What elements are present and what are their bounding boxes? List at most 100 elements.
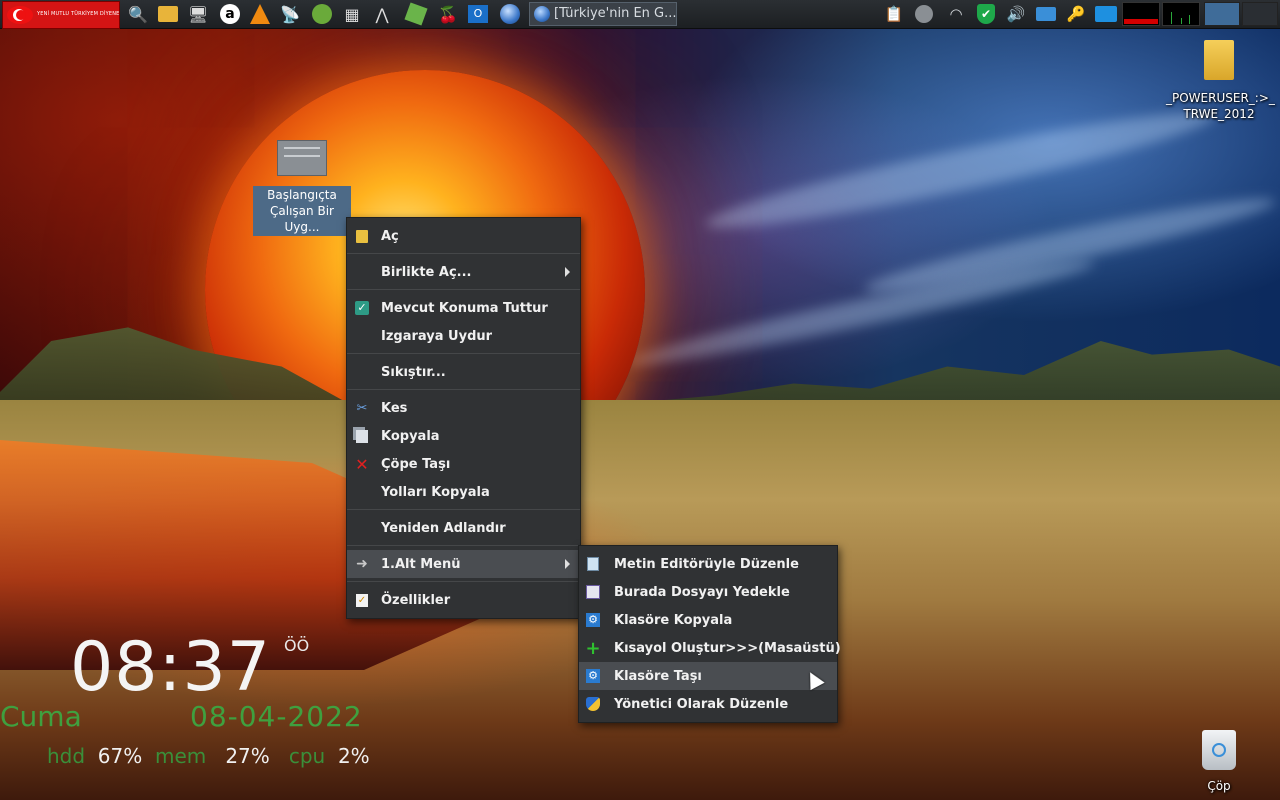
checkbox-checked-icon: ✓ <box>355 301 369 315</box>
delete-x-icon: ✕ <box>355 454 369 474</box>
key-icon[interactable]: 🔑 <box>1064 2 1088 26</box>
submenu-item-create-shortcut[interactable]: + Kısayol Oluştur>>>(Masaüstü) <box>579 634 840 662</box>
workspace-1[interactable] <box>1204 2 1240 26</box>
taskbar-window-button[interactable]: [Türkiye'nin En G... <box>529 2 677 26</box>
menu-item-copy[interactable]: Kopyala <box>347 422 580 450</box>
cpu-label: cpu <box>288 744 326 768</box>
menu-item-properties[interactable]: ✓ Özellikler <box>347 586 580 614</box>
mem-label: mem <box>154 744 207 768</box>
context-menu: Aç Birlikte Aç... ✓ Mevcut Konuma Tuttur… <box>346 217 581 619</box>
arch-icon[interactable]: ⋀ <box>370 2 394 26</box>
menu-item-cut[interactable]: ✂ Kes <box>347 394 580 422</box>
shield-icon[interactable]: ✔ <box>974 2 998 26</box>
menu-item-open-with[interactable]: Birlikte Aç... <box>347 258 580 286</box>
menu-separator <box>347 353 580 354</box>
satellite-icon[interactable]: 📡 <box>278 2 302 26</box>
folder-icon <box>1204 40 1234 80</box>
menu-item-label: Kopyala <box>381 428 440 444</box>
file-manager-icon[interactable] <box>156 2 180 26</box>
clock-time: 08:37 <box>70 628 271 707</box>
text-editor-icon <box>586 557 600 571</box>
menu-separator <box>347 581 580 582</box>
submenu-item-backup-here[interactable]: Burada Dosyayı Yedekle <box>579 578 837 606</box>
clock-ampm: ÖÖ <box>284 636 310 655</box>
cpu-graph[interactable] <box>1162 2 1200 26</box>
menu-item-label: Birlikte Aç... <box>381 264 472 280</box>
network-icon[interactable] <box>1034 2 1058 26</box>
notepad-icon[interactable] <box>404 2 428 26</box>
folder-label: TRWE_2012 <box>1183 107 1255 121</box>
start-button[interactable]: YENİ MUTLU TÜRKİYEM DİYENE <box>2 1 120 29</box>
vlc-icon[interactable] <box>248 2 272 26</box>
menu-item-rename[interactable]: Yeniden Adlandır <box>347 514 580 542</box>
copy-icon <box>355 429 369 443</box>
menu-item-label: Izgaraya Uydur <box>381 328 493 344</box>
cherry-icon[interactable]: 🍒 <box>436 2 460 26</box>
menu-item-label: Aç <box>381 228 399 244</box>
menu-item-open[interactable]: Aç <box>347 222 580 250</box>
keepassx-icon[interactable] <box>310 2 334 26</box>
search-icon[interactable]: 🔍 <box>126 2 150 26</box>
menu-item-submenu-1[interactable]: ➜ 1.Alt Menü <box>347 550 580 578</box>
menu-item-label: Özellikler <box>381 592 451 608</box>
memory-graph-bar <box>1124 19 1158 24</box>
wifi-icon[interactable]: ◠ <box>944 2 968 26</box>
submenu-item-edit-as-admin[interactable]: Yönetici Olarak Düzenle <box>579 690 837 718</box>
volume-icon[interactable]: 🔊 <box>1004 2 1028 26</box>
scissors-icon: ✂ <box>356 400 368 416</box>
gear-icon: ⚙ <box>586 613 600 627</box>
plus-icon: + <box>585 637 601 659</box>
browser-globe-icon <box>534 6 550 22</box>
menu-item-compress[interactable]: Sıkıştır... <box>347 358 580 386</box>
open-file-icon <box>355 229 369 243</box>
menu-item-label: Yolları Kopyala <box>381 484 490 500</box>
submenu-item-move-to-folder[interactable]: ⚙ Klasöre Taşı <box>579 662 837 690</box>
trash-label: Çöp <box>1207 779 1231 793</box>
clock-date: 08-04-2022 <box>190 700 363 733</box>
turkish-flag-icon <box>7 6 33 24</box>
menu-separator <box>347 253 580 254</box>
workspace-2[interactable] <box>1242 2 1278 26</box>
mem-value: 27% <box>225 744 270 768</box>
admin-shield-icon <box>586 697 600 711</box>
desktop-icon-poweruser-folder[interactable]: _POWERUSER_:>_ TRWE_2012 <box>1166 40 1275 122</box>
system-stats: hdd 67% mem 27% cpu 2% <box>47 744 370 768</box>
arrow-right-icon: ➜ <box>356 556 368 572</box>
submenu-item-label: Klasöre Taşı <box>614 668 702 684</box>
menu-item-label: Kes <box>381 400 408 416</box>
submenu-arrow-icon <box>565 267 570 277</box>
taskbar: YENİ MUTLU TÜRKİYEM DİYENE 🔍 🖥 a 📡 ▦ ⋀ 🍒… <box>0 0 1280 29</box>
menu-item-move-to-trash[interactable]: ✕ Çöpe Taşı <box>347 450 580 478</box>
hdd-value: 67% <box>97 744 143 768</box>
menu-item-label: 1.Alt Menü <box>381 556 461 572</box>
document-thumbnail-icon <box>277 140 327 176</box>
submenu-item-label: Klasöre Kopyala <box>614 612 733 628</box>
submenu-arrow-icon <box>565 559 570 569</box>
desktop-icon-startup-app[interactable]: Başlangıçta Çalışan Bir Uyg... <box>253 140 351 236</box>
cpu-graph-spike <box>1171 12 1172 24</box>
menu-item-copy-paths[interactable]: Yolları Kopyala <box>347 478 580 506</box>
chat-icon[interactable] <box>912 2 936 26</box>
browser-globe-icon[interactable] <box>498 2 522 26</box>
menu-item-label: Çöpe Taşı <box>381 456 451 472</box>
memory-graph[interactable] <box>1122 2 1160 26</box>
backup-icon <box>586 585 600 599</box>
calculator-icon[interactable]: ▦ <box>340 2 364 26</box>
menu-item-label: Sıkıştır... <box>381 364 446 380</box>
submenu-item-edit-text-editor[interactable]: Metin Editörüyle Düzenle <box>579 550 837 578</box>
menu-item-keep-position[interactable]: ✓ Mevcut Konuma Tuttur <box>347 294 580 322</box>
submenu-item-copy-to-folder[interactable]: ⚙ Klasöre Kopyala <box>579 606 837 634</box>
menu-separator <box>347 289 580 290</box>
desktop-icon-trash[interactable]: Çöp <box>1194 730 1244 794</box>
clipboard-icon[interactable]: 📋 <box>882 2 906 26</box>
menu-separator <box>347 389 580 390</box>
submenu: Metin Editörüyle Düzenle Burada Dosyayı … <box>578 545 841 723</box>
keyboard-icon[interactable] <box>1094 2 1118 26</box>
monitor-icon[interactable]: 🖥 <box>186 2 210 26</box>
menu-item-snap-to-grid[interactable]: Izgaraya Uydur <box>347 322 580 350</box>
amazon-icon[interactable]: a <box>218 2 242 26</box>
cpu-graph-spike <box>1189 15 1190 24</box>
properties-icon: ✓ <box>356 593 368 607</box>
window-title: [Türkiye'nin En G... <box>554 6 677 21</box>
outlook-icon[interactable]: O <box>466 2 490 26</box>
